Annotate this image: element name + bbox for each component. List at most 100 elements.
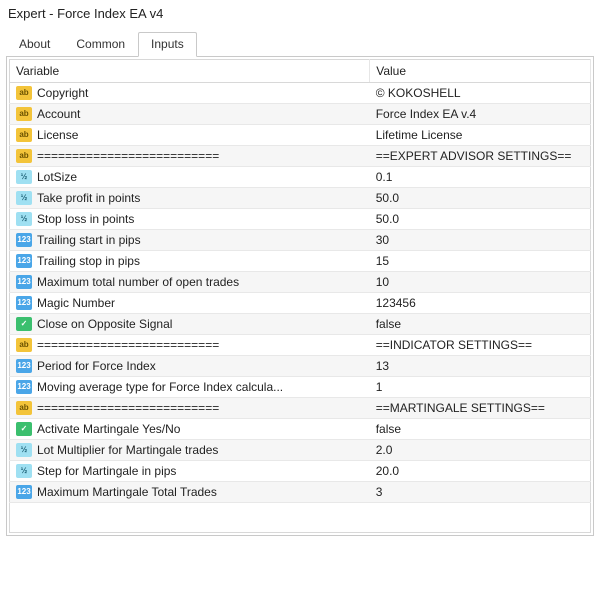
variable-name: Moving average type for Force Index calc… [37, 380, 283, 394]
variable-cell[interactable]: 123 Moving average type for Force Index c… [10, 377, 370, 398]
value-cell[interactable]: 20.0 [370, 461, 591, 482]
variable-cell[interactable]: 123Maximum total number of open trades [10, 272, 370, 293]
table-row[interactable]: ab ========================== ==INDICATOR … [10, 335, 591, 356]
variable-cell[interactable]: 123Trailing stop in pips [10, 251, 370, 272]
variable-cell[interactable]: 123 Trailing start in pips [10, 230, 370, 251]
double-type-icon: ½ [16, 464, 32, 478]
value-cell[interactable]: 1 [370, 377, 591, 398]
variable-cell[interactable]: ab Copyright [10, 83, 370, 104]
value-cell[interactable]: 50.0 [370, 209, 591, 230]
table-row[interactable]: ✓ Activate Martingale Yes/No false [10, 419, 591, 440]
table-spacer [10, 503, 591, 533]
value-cell[interactable]: Force Index EA v.4 [370, 104, 591, 125]
variable-cell[interactable]: ½Stop loss in points [10, 209, 370, 230]
boolean-type-icon: ✓ [16, 317, 32, 331]
value-cell[interactable]: 0.1 [370, 167, 591, 188]
variable-name: Maximum total number of open trades [37, 275, 239, 289]
variable-name: LotSize [37, 170, 77, 184]
column-header-value[interactable]: Value [370, 60, 591, 83]
value-cell[interactable]: false [370, 419, 591, 440]
table-row[interactable]: ab License Lifetime License [10, 125, 591, 146]
table-row[interactable]: 123Trailing stop in pips15 [10, 251, 591, 272]
string-type-icon: ab [16, 338, 32, 352]
variable-cell[interactable]: ½ Step for Martingale in pips [10, 461, 370, 482]
inputs-table[interactable]: Variable Value abCopyright© KOKOSHELLabA… [9, 59, 591, 533]
integer-type-icon: 123 [16, 485, 32, 499]
table-row[interactable]: 123Period for Force Index13 [10, 356, 591, 377]
integer-type-icon: 123 [16, 233, 32, 247]
value-cell[interactable]: Lifetime License [370, 125, 591, 146]
variable-name: Close on Opposite Signal [37, 317, 172, 331]
double-type-icon: ½ [16, 170, 32, 184]
variable-name: ========================== [37, 338, 219, 352]
table-row[interactable]: 123Maximum total number of open trades10 [10, 272, 591, 293]
value-cell[interactable]: © KOKOSHELL [370, 83, 591, 104]
table-row[interactable]: 123Maximum Martingale Total Trades3 [10, 482, 591, 503]
tab-common[interactable]: Common [63, 32, 138, 57]
variable-cell[interactable]: ✓ Activate Martingale Yes/No [10, 419, 370, 440]
column-header-variable[interactable]: Variable [10, 60, 370, 83]
value-cell[interactable]: 3 [370, 482, 591, 503]
inputs-panel: Variable Value abCopyright© KOKOSHELLabA… [6, 56, 594, 536]
integer-type-icon: 123 [16, 380, 32, 394]
string-type-icon: ab [16, 149, 32, 163]
table-row[interactable]: ½Lot Multiplier for Martingale trades2.0 [10, 440, 591, 461]
value-cell[interactable]: ==MARTINGALE SETTINGS== [370, 398, 591, 419]
variable-name: Activate Martingale Yes/No [37, 422, 180, 436]
variable-cell[interactable]: ✓ Close on Opposite Signal [10, 314, 370, 335]
value-cell[interactable]: ==EXPERT ADVISOR SETTINGS== [370, 146, 591, 167]
value-cell[interactable]: false [370, 314, 591, 335]
string-type-icon: ab [16, 86, 32, 100]
variable-name: Period for Force Index [37, 359, 156, 373]
table-row[interactable]: ½ Step for Martingale in pips 20.0 [10, 461, 591, 482]
table-row[interactable]: ½ LotSize 0.1 [10, 167, 591, 188]
value-cell[interactable]: ==INDICATOR SETTINGS== [370, 335, 591, 356]
table-row[interactable]: ✓ Close on Opposite Signal false [10, 314, 591, 335]
table-row[interactable]: abAccountForce Index EA v.4 [10, 104, 591, 125]
variable-name: ========================== [37, 149, 219, 163]
value-cell[interactable]: 123456 [370, 293, 591, 314]
double-type-icon: ½ [16, 212, 32, 226]
tab-about[interactable]: About [6, 32, 63, 57]
tab-bar: About Common Inputs [0, 31, 600, 56]
table-row[interactable]: ½Stop loss in points50.0 [10, 209, 591, 230]
value-cell[interactable]: 13 [370, 356, 591, 377]
variable-cell[interactable]: 123 Magic Number [10, 293, 370, 314]
variable-name: Trailing start in pips [37, 233, 141, 247]
variable-name: Take profit in points [37, 191, 140, 205]
integer-type-icon: 123 [16, 296, 32, 310]
table-row[interactable]: ½ Take profit in points 50.0 [10, 188, 591, 209]
variable-cell[interactable]: 123Period for Force Index [10, 356, 370, 377]
variable-cell[interactable]: ½ LotSize [10, 167, 370, 188]
variable-cell[interactable]: ab ========================== [10, 335, 370, 356]
table-row[interactable]: ab ========================== ==MARTINGALE… [10, 398, 591, 419]
value-cell[interactable]: 15 [370, 251, 591, 272]
variable-cell[interactable]: ½Lot Multiplier for Martingale trades [10, 440, 370, 461]
variable-cell[interactable]: ab ========================== [10, 146, 370, 167]
variable-name: Copyright [37, 86, 88, 100]
table-row[interactable]: 123 Moving average type for Force Index c… [10, 377, 591, 398]
table-row[interactable]: 123 Trailing start in pips 30 [10, 230, 591, 251]
value-cell[interactable]: 30 [370, 230, 591, 251]
double-type-icon: ½ [16, 191, 32, 205]
string-type-icon: ab [16, 128, 32, 142]
table-row[interactable]: ab Copyright © KOKOSHELL [10, 83, 591, 104]
boolean-type-icon: ✓ [16, 422, 32, 436]
tab-inputs[interactable]: Inputs [138, 32, 197, 57]
value-cell[interactable]: 50.0 [370, 188, 591, 209]
table-row[interactable]: 123 Magic Number 123456 [10, 293, 591, 314]
variable-cell[interactable]: 123Maximum Martingale Total Trades [10, 482, 370, 503]
string-type-icon: ab [16, 401, 32, 415]
variable-name: License [37, 128, 78, 142]
variable-name: ========================== [37, 401, 219, 415]
variable-cell[interactable]: abAccount [10, 104, 370, 125]
variable-name: Trailing stop in pips [37, 254, 140, 268]
variable-name: Magic Number [37, 296, 115, 310]
variable-cell[interactable]: ab License [10, 125, 370, 146]
variable-name: Step for Martingale in pips [37, 464, 176, 478]
value-cell[interactable]: 2.0 [370, 440, 591, 461]
variable-cell[interactable]: ab ========================== [10, 398, 370, 419]
value-cell[interactable]: 10 [370, 272, 591, 293]
table-row[interactable]: ab ========================== ==EXPERT ADV… [10, 146, 591, 167]
variable-cell[interactable]: ½ Take profit in points [10, 188, 370, 209]
